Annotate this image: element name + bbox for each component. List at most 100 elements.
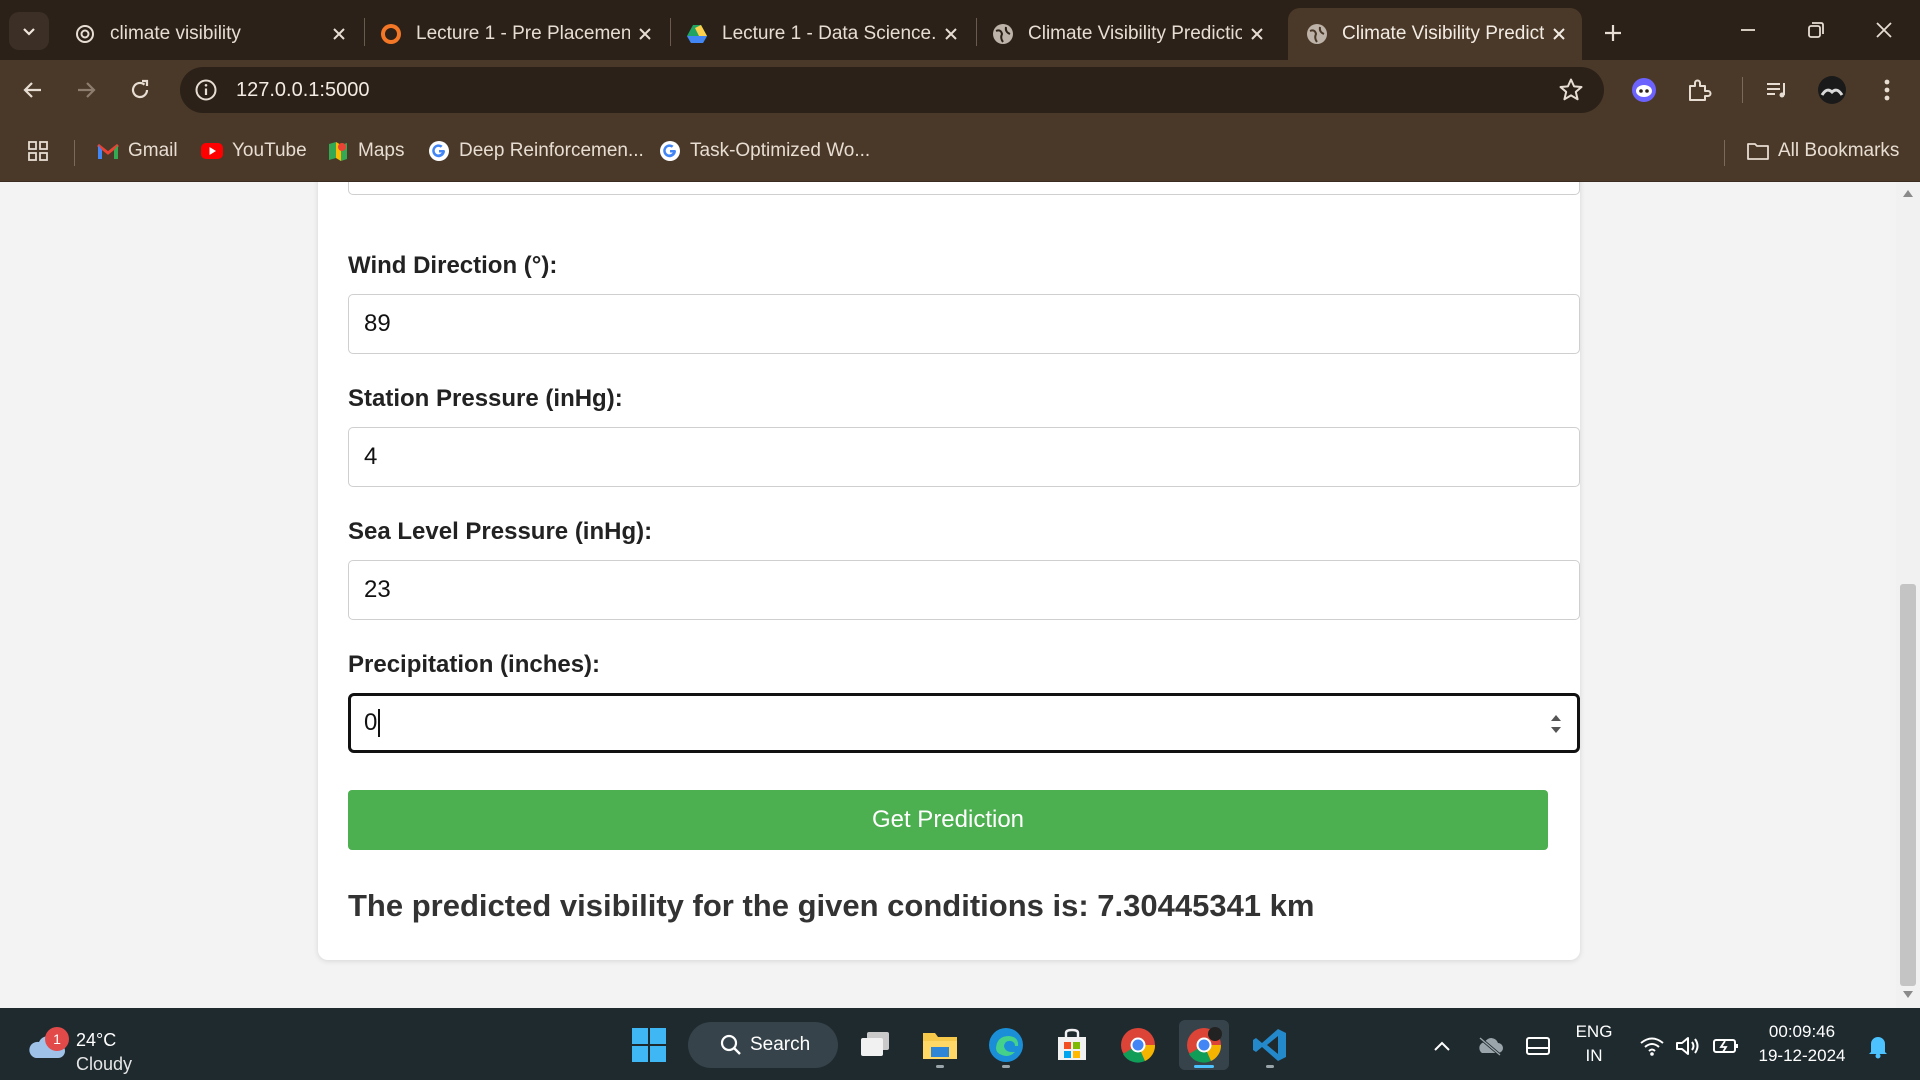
tab-strip: climate visibility Lecture 1 - Pre Place…: [0, 0, 1920, 60]
show-hidden-icons-button[interactable]: [1428, 1032, 1456, 1060]
reload-button[interactable]: [120, 70, 160, 110]
back-button[interactable]: [13, 70, 53, 110]
wind-direction-input[interactable]: 89: [348, 294, 1580, 354]
tab-climate-visibility-prediction-active[interactable]: Climate Visibility Prediction: [1288, 8, 1582, 60]
weather-temperature: 24°C: [76, 1030, 117, 1050]
running-indicator: [1002, 1065, 1010, 1068]
battery-icon[interactable]: [1712, 1032, 1740, 1060]
start-button[interactable]: [624, 1020, 674, 1070]
taskbar-search[interactable]: Search: [688, 1022, 838, 1068]
gmail-icon: [96, 139, 120, 163]
arrow-right-icon: [78, 82, 96, 98]
get-prediction-button[interactable]: Get Prediction: [348, 790, 1548, 850]
chrome-app[interactable]: [1113, 1020, 1163, 1070]
bookmark-task-optimized[interactable]: Task-Optimized Wo...: [658, 138, 870, 164]
youtube-icon: [200, 139, 224, 163]
site-info-icon[interactable]: [194, 78, 218, 102]
chrome-icon: [1121, 1028, 1156, 1063]
station-pressure-input[interactable]: 4: [348, 427, 1580, 487]
maps-icon: [326, 139, 350, 163]
toolbar-divider: [1740, 73, 1744, 107]
onedrive-icon[interactable]: [1476, 1032, 1504, 1060]
browser-menu-button[interactable]: [1870, 73, 1904, 107]
more-vert-icon: [1884, 79, 1890, 101]
forward-button[interactable]: [66, 70, 106, 110]
bookmark-maps[interactable]: Maps: [326, 138, 404, 164]
page-viewport: 6 Wind Direction (°): 89 Station Pressur…: [0, 182, 1920, 1008]
tab-search-button[interactable]: [9, 12, 49, 50]
minimize-button[interactable]: [1718, 10, 1778, 50]
chevron-down-icon: [23, 28, 35, 36]
clock-date: 19-12-2024: [1758, 1046, 1846, 1065]
close-tab-icon[interactable]: [1544, 19, 1574, 49]
restore-button[interactable]: [1786, 10, 1846, 50]
apps-button[interactable]: [26, 138, 58, 164]
display-icon[interactable]: [1524, 1032, 1552, 1060]
jupyter-icon: [380, 23, 402, 45]
close-tab-icon[interactable]: [630, 19, 660, 49]
sea-level-pressure-input[interactable]: 23: [348, 560, 1580, 620]
close-tab-icon[interactable]: [324, 19, 354, 49]
scrollbar-thumb[interactable]: [1900, 584, 1916, 986]
tab-lecture-pre-placement[interactable]: Lecture 1 - Pre Placement: [362, 8, 668, 60]
notifications-bell-icon[interactable]: [1864, 1032, 1892, 1060]
clock[interactable]: 00:09:46 19-12-2024: [1756, 1022, 1848, 1066]
tab-lecture-data-science[interactable]: Lecture 1 - Data Science.pdf: [668, 8, 974, 60]
bookmark-star-icon[interactable]: [1558, 77, 1584, 103]
vscode-app[interactable]: [1245, 1020, 1295, 1070]
tab-title: climate visibility: [110, 23, 241, 44]
close-tab-icon[interactable]: [936, 19, 966, 49]
openai-icon: [74, 23, 96, 45]
profile-avatar[interactable]: [1815, 73, 1849, 107]
tab-title: Lecture 1 - Pre Placement: [416, 23, 630, 44]
bookmark-label: Maps: [358, 140, 405, 161]
bookmarks-divider: [74, 140, 75, 166]
tab-climate-visibility-prediction[interactable]: Climate Visibility Prediction: [974, 8, 1280, 60]
task-view-icon: [861, 1032, 889, 1056]
close-icon: [1876, 22, 1892, 38]
bookmarks-bar: Gmail YouTube Maps Deep Reinforcemen... …: [0, 120, 1920, 182]
tab-climate-visibility[interactable]: climate visibility: [56, 8, 362, 60]
all-bookmarks-button[interactable]: All Bookmarks: [1746, 138, 1899, 164]
search-icon: [720, 1034, 741, 1055]
close-window-button[interactable]: [1854, 10, 1914, 50]
extension-copilot-icon[interactable]: [1627, 73, 1661, 107]
scroll-down-arrow-icon[interactable]: [1902, 990, 1914, 1000]
new-tab-button[interactable]: [1594, 14, 1632, 52]
address-bar[interactable]: 127.0.0.1:5000: [180, 67, 1604, 113]
language-indicator[interactable]: ENG IN: [1566, 1022, 1622, 1066]
chrome-icon: [1187, 1027, 1222, 1063]
field-value: 0: [364, 709, 378, 736]
edge-app[interactable]: [981, 1020, 1031, 1070]
globe-icon: [1306, 23, 1328, 45]
extensions-puzzle-icon[interactable]: [1682, 73, 1716, 107]
bookmark-deep-reinforcement[interactable]: Deep Reinforcemen...: [427, 138, 644, 164]
active-indicator: [1194, 1065, 1214, 1068]
windows-taskbar: 1 24°C Cloudy Search ENG IN 00:09:46 19-…: [0, 1008, 1920, 1080]
chevron-up-icon: [1434, 1041, 1450, 1051]
url-text: 127.0.0.1:5000: [236, 78, 370, 101]
chrome-profile-app[interactable]: [1179, 1020, 1229, 1070]
volume-icon[interactable]: [1674, 1032, 1702, 1060]
weather-widget[interactable]: 1 24°C Cloudy: [22, 1018, 182, 1074]
wifi-icon[interactable]: [1638, 1032, 1666, 1060]
browser-toolbar: 127.0.0.1:5000: [0, 60, 1920, 120]
close-tab-icon[interactable]: [1242, 19, 1272, 49]
media-controls-icon[interactable]: [1760, 73, 1794, 107]
bookmark-youtube[interactable]: YouTube: [200, 138, 307, 164]
task-view-button[interactable]: [850, 1020, 900, 1070]
minimize-icon: [1741, 29, 1755, 31]
file-explorer-app[interactable]: [915, 1020, 965, 1070]
bookmark-gmail[interactable]: Gmail: [96, 138, 178, 164]
scroll-up-arrow-icon[interactable]: [1902, 188, 1914, 198]
station-pressure-label: Station Pressure (inHg):: [348, 385, 623, 412]
page-scrollbar[interactable]: [1896, 182, 1920, 1008]
tab-title: Lecture 1 - Data Science.pdf: [722, 23, 936, 44]
precipitation-label: Precipitation (inches):: [348, 651, 601, 678]
running-indicator: [936, 1065, 944, 1068]
field-input-previous[interactable]: 6: [348, 182, 1580, 195]
number-spinner-icon[interactable]: [1549, 711, 1563, 737]
precipitation-input[interactable]: 0: [348, 693, 1580, 753]
microsoft-store-app[interactable]: [1047, 1020, 1097, 1070]
restore-icon: [1808, 22, 1824, 38]
